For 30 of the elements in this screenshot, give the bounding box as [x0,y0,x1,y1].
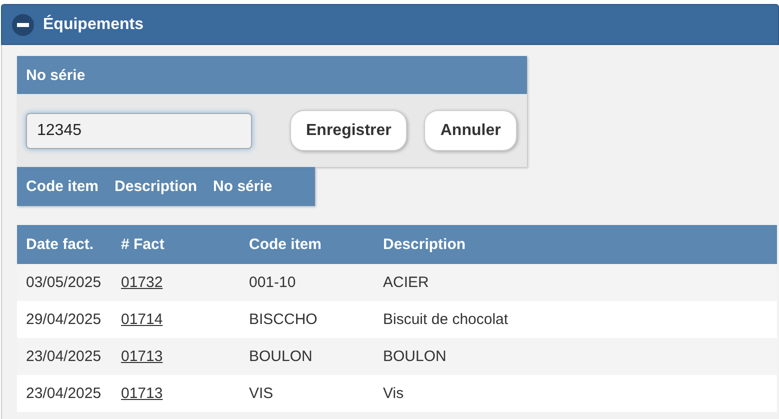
invoice-link[interactable]: 01732 [121,274,163,291]
column-header: # Fact [121,236,166,253]
table-cell-text: VIS [249,385,274,402]
cancel-button[interactable]: Annuler [424,110,517,151]
invoice-link[interactable]: 01713 [121,348,163,365]
table-cell-text: 03/05/2025 [25,274,102,291]
collapse-icon[interactable] [12,14,34,36]
table-cell-text: BOULON [383,348,448,365]
column-header: Description [383,236,467,253]
table-cell-text: BOULON [249,348,314,365]
form-title: No série [26,66,86,84]
invoice-link[interactable]: 01714 [121,311,163,328]
column-header: Code item [249,236,323,253]
table-cell-text: Biscuit de chocolat [383,311,510,328]
panel-header[interactable]: Équipements [1,4,779,45]
table-cell-text: 001-10 [249,274,297,291]
column-header: No série [213,178,272,195]
table-cell-text: 23/04/2025 [25,348,102,365]
serial-input-field[interactable]: 12345 [26,112,252,148]
panel-title: Équipements [43,16,144,34]
table-cell-text: BISCCHO [249,311,318,328]
table-cell-text: ACIER [383,274,430,291]
column-header: Code item [26,178,99,195]
table-cell-text: 23/04/2025 [25,385,102,402]
invoice-link[interactable]: 01713 [121,385,163,402]
save-button[interactable]: Enregistrer [290,110,408,151]
column-header: Date fact. [25,236,95,253]
table-cell-text: 29/04/2025 [25,311,102,328]
column-header: Description [114,178,198,195]
table-cell-text: Vis [383,385,405,402]
